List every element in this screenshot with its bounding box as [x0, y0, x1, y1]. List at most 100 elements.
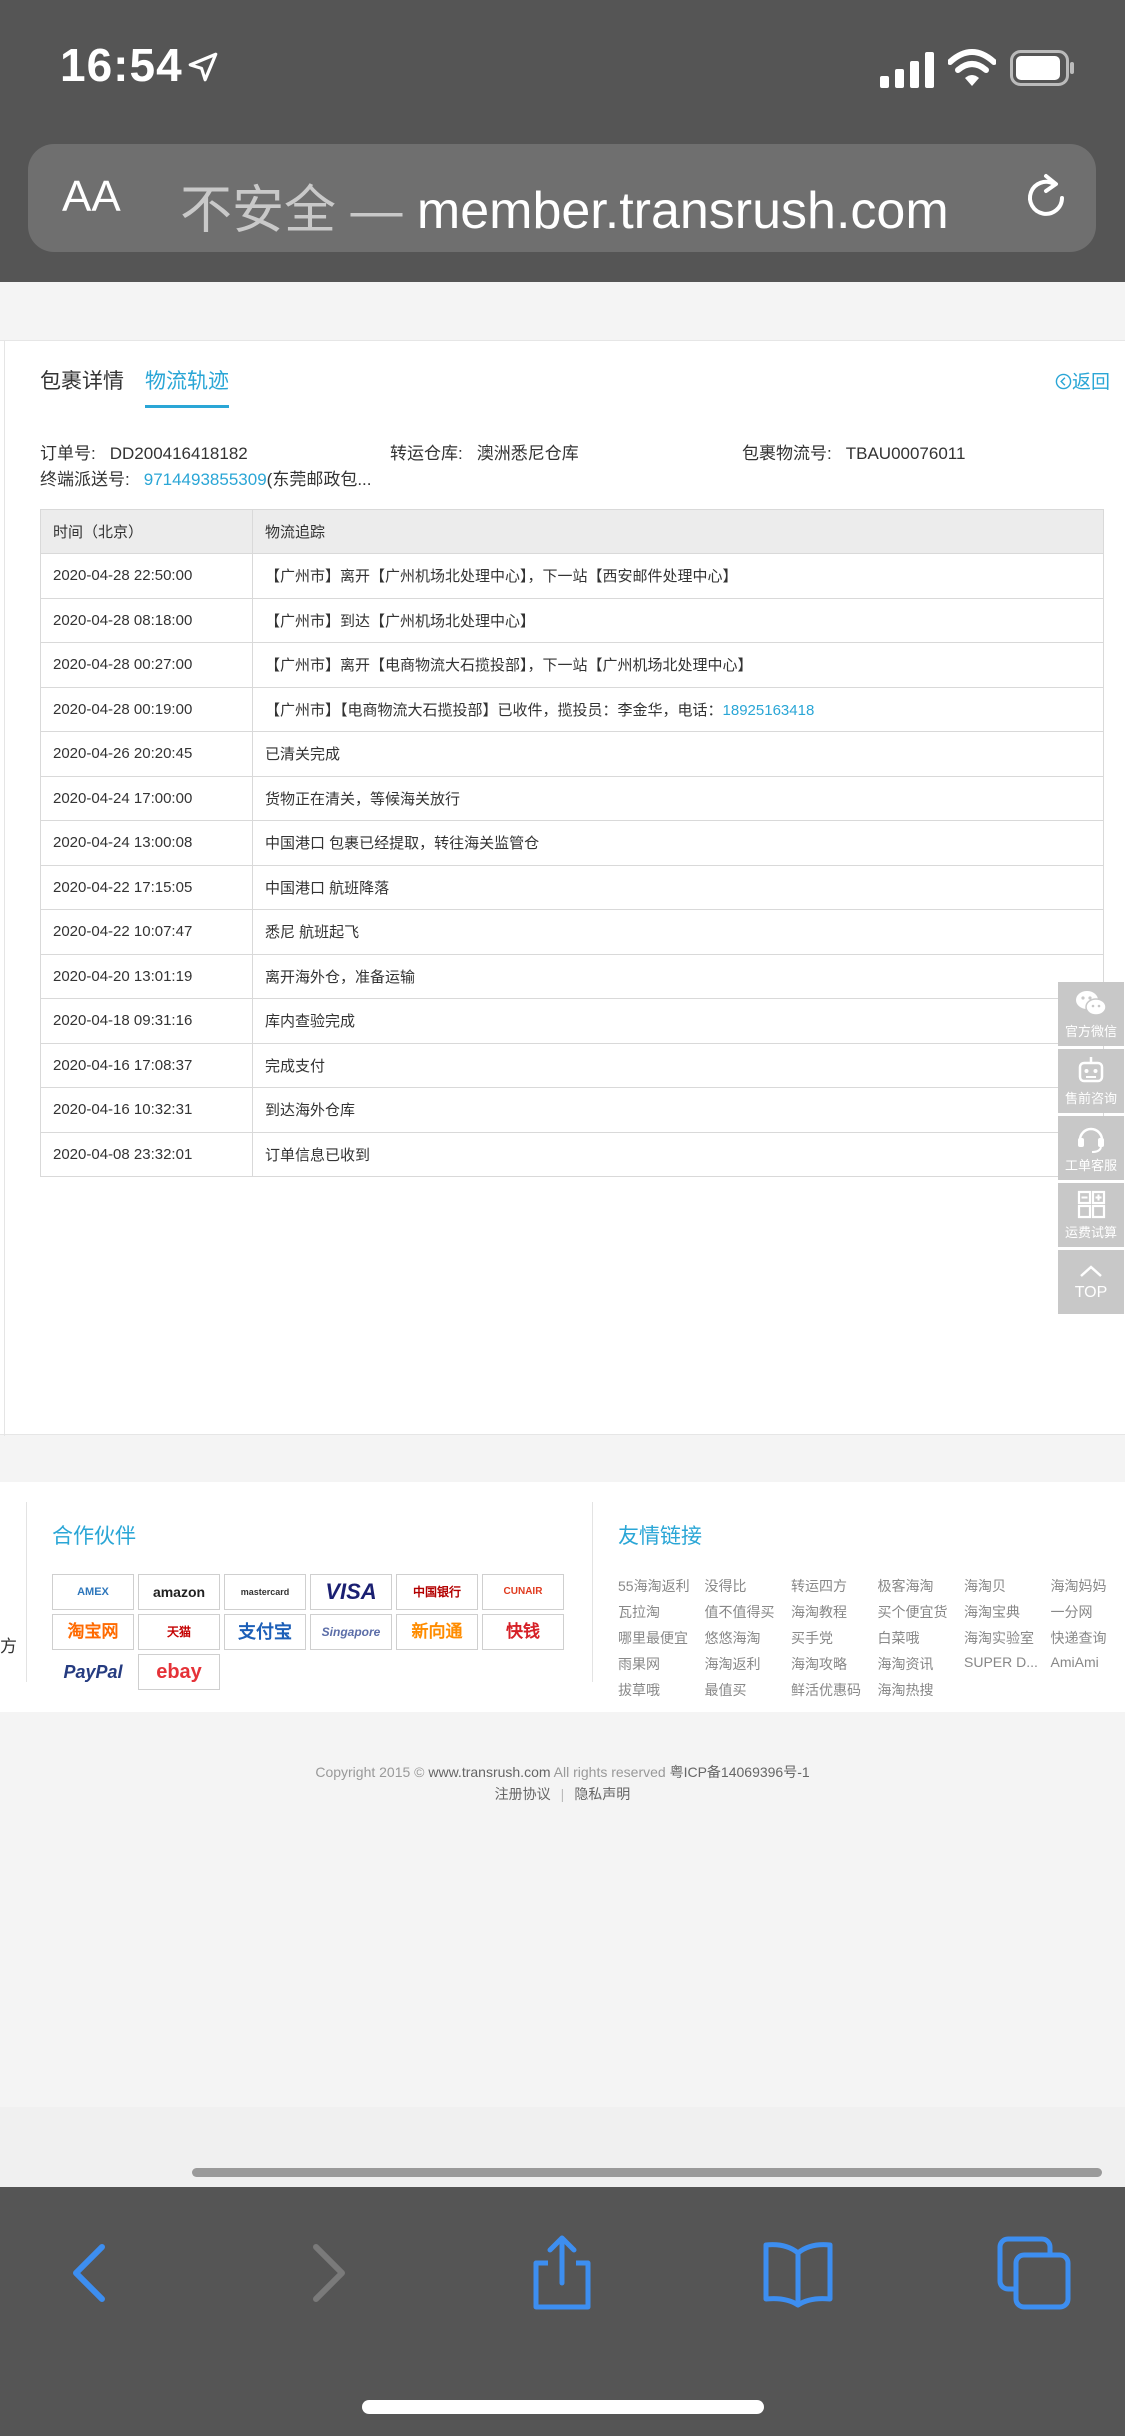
- partner-logo-amex[interactable]: AMEX: [52, 1574, 134, 1610]
- table-row: 2020-04-16 17:08:37 完成支付: [40, 1042, 1104, 1088]
- friend-link[interactable]: SUPER D...: [964, 1654, 1038, 1670]
- presale-consult-button[interactable]: 售前咨询: [1058, 1049, 1124, 1113]
- reader-settings-button[interactable]: AA: [62, 172, 121, 222]
- partner-logo-amazon[interactable]: amazon: [138, 1574, 220, 1610]
- friend-link[interactable]: 最值买: [705, 1680, 747, 1700]
- friend-link[interactable]: 极客海淘: [878, 1576, 934, 1596]
- address-bar[interactable]: AA 不安全 — member.transrush.com: [28, 144, 1096, 252]
- robot-icon: [1078, 1057, 1104, 1083]
- friend-link[interactable]: AmiAmi: [1051, 1654, 1099, 1670]
- partner-logo-cunair[interactable]: CUNAIR: [482, 1574, 564, 1610]
- friend-link[interactable]: 雨果网: [618, 1654, 660, 1674]
- partner-logo-kuaiqian[interactable]: 快钱: [482, 1614, 564, 1650]
- row-time: 2020-04-20 13:01:19: [40, 953, 253, 999]
- friend-link[interactable]: 快递查询: [1051, 1628, 1107, 1648]
- partner-logo-tmall[interactable]: 天猫: [138, 1614, 220, 1650]
- row-tracking-text: 库内查验完成: [265, 1013, 356, 1031]
- friend-link[interactable]: 没得比: [705, 1576, 747, 1596]
- table-row: 2020-04-08 23:32:01 订单信息已收到: [40, 1131, 1104, 1177]
- friend-link[interactable]: 海淘实验室: [964, 1628, 1034, 1648]
- order-info: 订单号: DD200416418182 转运仓库: 澳洲悉尼仓库 包裹物流号: TBA…: [40, 439, 1100, 491]
- table-row: 2020-04-18 09:31:16 库内查验完成: [40, 998, 1104, 1044]
- shipping-calculator-button[interactable]: 运费试算: [1058, 1183, 1124, 1247]
- table-row: 2020-04-22 17:15:05 中国港口 航班降落: [40, 864, 1104, 910]
- row-tracking: 中国港口 航班降落: [252, 864, 1104, 910]
- partner-logo-alipay[interactable]: 支付宝: [224, 1614, 306, 1650]
- copyright-rights: All rights reserved: [550, 1764, 670, 1780]
- horizontal-scrollbar[interactable]: [192, 2168, 1102, 2177]
- tab-logistics-track[interactable]: 物流轨迹: [145, 365, 229, 408]
- table-row: 2020-04-22 10:07:47 悉尼 航班起飞: [40, 909, 1104, 955]
- home-indicator[interactable]: [362, 2400, 764, 2414]
- partner-logo-xinxiangtong[interactable]: 新向通: [396, 1614, 478, 1650]
- friend-link[interactable]: 一分网: [1051, 1602, 1093, 1622]
- footer-divider: [592, 1502, 593, 1682]
- register-agreement-link[interactable]: 注册协议: [495, 1786, 551, 1802]
- partner-logo-taobao[interactable]: 淘宝网: [52, 1614, 134, 1650]
- friend-link[interactable]: 海淘贝: [964, 1576, 1006, 1596]
- friend-link[interactable]: 值不值得买: [705, 1602, 775, 1622]
- back-link[interactable]: 返回: [1055, 367, 1110, 394]
- warehouse-value: 澳洲悉尼仓库: [476, 444, 579, 463]
- friend-link[interactable]: 海淘热搜: [878, 1680, 934, 1700]
- back-to-top-button[interactable]: TOP: [1058, 1250, 1124, 1314]
- friend-link[interactable]: 海淘资讯: [878, 1654, 934, 1674]
- friend-link[interactable]: 哪里最便宜: [618, 1628, 688, 1648]
- row-tracking-text: 已清关完成: [265, 746, 341, 764]
- back-arrow-icon[interactable]: [52, 2233, 132, 2313]
- row-time: 2020-04-24 17:00:00: [40, 775, 253, 821]
- final-delivery-link[interactable]: 9714493855309: [144, 470, 267, 489]
- friend-link[interactable]: 海淘教程: [791, 1602, 847, 1622]
- friend-link[interactable]: 海淘妈妈: [1051, 1576, 1107, 1596]
- partner-logo-boc[interactable]: 中国银行: [396, 1574, 478, 1610]
- tabs-icon[interactable]: [994, 2233, 1074, 2313]
- row-tracking: 货物正在清关，等候海关放行: [252, 775, 1104, 821]
- share-icon[interactable]: [522, 2233, 602, 2313]
- row-tracking: 【广州市】离开【电商物流大石揽投部】，下一站【广州机场北处理中心】: [252, 642, 1104, 688]
- reload-icon[interactable]: [1018, 170, 1074, 226]
- partner-logo-visa[interactable]: VISA: [310, 1574, 392, 1610]
- friend-link[interactable]: 买个便宜货: [878, 1602, 948, 1622]
- privacy-statement-link[interactable]: 隐私声明: [574, 1786, 630, 1802]
- tab-package-detail[interactable]: 包裹详情: [40, 365, 124, 395]
- icp-number[interactable]: 粤ICP备14069396号-1: [670, 1764, 810, 1780]
- ticket-service-button[interactable]: 工单客服: [1058, 1116, 1124, 1180]
- friend-link[interactable]: 买手党: [791, 1628, 833, 1648]
- row-phone-link[interactable]: 18925163418: [723, 702, 815, 719]
- column-header-tracking: 物流追踪: [252, 509, 1104, 554]
- partners-title: 合作伙伴: [52, 1525, 136, 1548]
- forward-arrow-icon[interactable]: [286, 2233, 366, 2313]
- friend-link[interactable]: 55海淘返利: [618, 1576, 690, 1596]
- friend-link[interactable]: 海淘宝典: [964, 1602, 1020, 1622]
- bookmarks-icon[interactable]: [758, 2233, 838, 2313]
- copyright-site-link[interactable]: www.transrush.com: [428, 1764, 550, 1780]
- partner-logo-singapore-post[interactable]: Singapore: [310, 1614, 392, 1650]
- friend-link[interactable]: 瓦拉淘: [618, 1602, 660, 1622]
- partner-logo-paypal[interactable]: PayPal: [52, 1654, 134, 1690]
- friend-link[interactable]: 鲜活优惠码: [791, 1680, 861, 1700]
- friend-link[interactable]: 海淘攻略: [791, 1654, 847, 1674]
- row-time: 2020-04-16 10:32:31: [40, 1087, 253, 1133]
- row-time: 2020-04-28 08:18:00: [40, 597, 253, 643]
- row-tracking: 【广州市】【电商物流大石揽投部】已收件，揽投员：李金华，电话：189251634…: [252, 686, 1104, 732]
- row-time: 2020-04-24 13:00:08: [40, 820, 253, 866]
- friend-link[interactable]: 白菜哦: [878, 1628, 920, 1648]
- official-wechat-button[interactable]: 官方微信: [1058, 982, 1124, 1046]
- url-text[interactable]: 不安全 — member.transrush.com: [180, 168, 949, 243]
- table-row: 2020-04-28 00:19:00 【广州市】【电商物流大石揽投部】已收件，揽…: [40, 686, 1104, 732]
- row-tracking: 悉尼 航班起飞: [252, 909, 1104, 955]
- web-page: 包裹详情 物流轨迹 返回 订单号: DD200416418182 转运仓库: 澳洲悉…: [0, 282, 1125, 2187]
- cellular-signal-icon: [880, 52, 934, 88]
- status-time: 16:54: [60, 39, 183, 91]
- browser-bottom-toolbar: [0, 2187, 1125, 2436]
- friend-link[interactable]: 拔草哦: [618, 1680, 660, 1700]
- partner-logo-ebay[interactable]: ebay: [138, 1654, 220, 1690]
- url-domain: member.transrush.com: [416, 182, 949, 240]
- friend-link[interactable]: 转运四方: [791, 1576, 847, 1596]
- partner-logo-mastercard[interactable]: mastercard: [224, 1574, 306, 1610]
- calculator-icon: [1077, 1190, 1106, 1219]
- table-row: 2020-04-28 22:50:00 【广州市】离开【广州机场北处理中心】，下一…: [40, 553, 1104, 599]
- ticket-service-label: 工单客服: [1064, 1158, 1117, 1173]
- friend-link[interactable]: 海淘返利: [705, 1654, 761, 1674]
- friend-link[interactable]: 悠悠海淘: [705, 1628, 761, 1648]
